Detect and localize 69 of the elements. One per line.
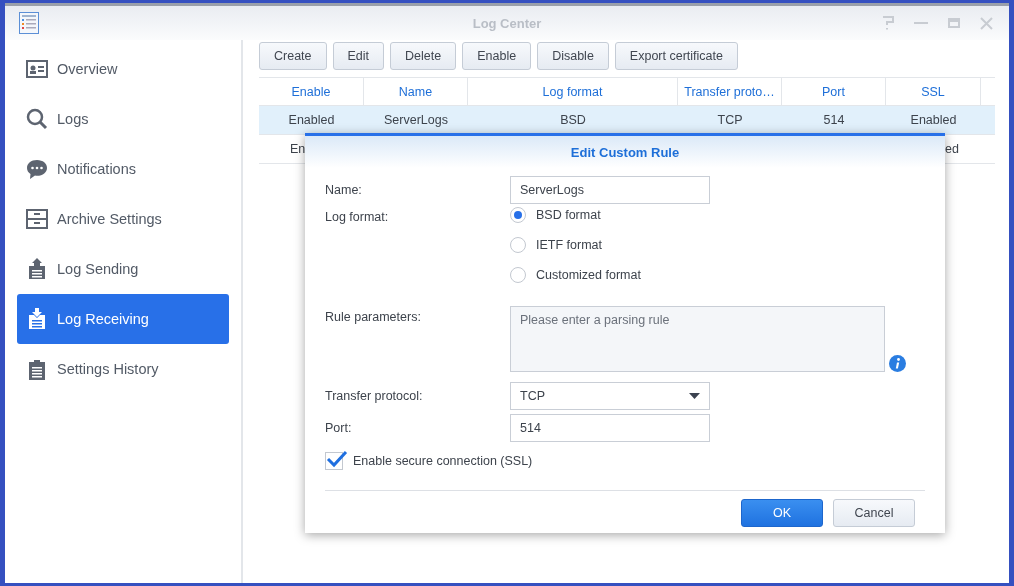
toolbar-button[interactable]: Edit — [332, 42, 385, 70]
protocol-dropdown[interactable]: TCP — [510, 382, 710, 410]
column-header[interactable]: Enable — [259, 78, 364, 105]
search-icon — [26, 108, 48, 130]
field-label: Transfer protocol: — [325, 389, 424, 403]
sidebar-item[interactable]: Overview — [17, 44, 229, 94]
chat-bubble-icon — [26, 158, 48, 180]
sidebar-item-label: Overview — [57, 61, 118, 77]
id-card-icon — [26, 58, 48, 80]
radio-label: IETF format — [536, 238, 602, 252]
window-title: Log Center — [472, 15, 542, 31]
column-header[interactable]: Transfer proto… — [678, 78, 782, 105]
table-cell: ed — [945, 142, 959, 156]
table-cell: Enabled — [288, 113, 335, 127]
radio-button[interactable] — [510, 237, 526, 253]
ok-button[interactable]: OK — [741, 499, 823, 527]
field-label: Name: — [325, 183, 363, 197]
radio-label: Customized format — [536, 268, 641, 282]
close-icon[interactable] — [980, 16, 993, 30]
sidebar-item-label: Archive Settings — [57, 211, 162, 227]
sidebar-item[interactable]: Notifications — [17, 144, 229, 194]
radio-button[interactable] — [510, 207, 526, 223]
field-label: Log format: — [325, 210, 390, 224]
table-cell: En — [290, 142, 306, 156]
column-header[interactable]: Name — [364, 78, 468, 105]
radio-label: BSD format — [536, 208, 601, 222]
caret-icon — [689, 393, 700, 399]
maximize-icon[interactable] — [948, 18, 960, 28]
drawer-icon — [26, 208, 48, 230]
toolbar-button[interactable]: Delete — [390, 42, 457, 70]
table-cell: Enabled — [910, 113, 957, 127]
radio-button[interactable] — [510, 267, 526, 283]
table-cell: 514 — [823, 113, 845, 127]
column-header[interactable]: SSL — [886, 78, 981, 105]
cancel-button[interactable]: Cancel — [833, 499, 915, 527]
table-row[interactable]: Enabled ServerLogs BSD TCP 514 Enabled — [259, 106, 995, 135]
checkbox-label: Enable secure connection (SSL) — [353, 454, 533, 468]
download-clipboard-icon — [26, 308, 48, 330]
clipboard-icon — [26, 358, 48, 380]
port-field[interactable]: 514 — [510, 414, 710, 442]
sidebar-item[interactable]: Log Sending — [17, 244, 229, 294]
sidebar-item[interactable]: Archive Settings — [17, 194, 229, 244]
upload-clipboard-icon — [26, 258, 48, 280]
toolbar-button[interactable]: Export certificate — [614, 42, 738, 70]
field-label: Port: — [325, 421, 353, 435]
field-label: Rule parameters: — [325, 310, 422, 324]
info-icon[interactable] — [889, 355, 906, 372]
sidebar-item-label: Notifications — [57, 161, 136, 177]
table-cell: BSD — [560, 113, 586, 127]
help-icon[interactable] — [882, 16, 894, 30]
app-icon — [19, 12, 39, 34]
sidebar-item-label: Settings History — [57, 361, 159, 377]
dialog-title: Edit Custom Rule — [570, 144, 680, 160]
sidebar-item-label: Log Sending — [57, 261, 139, 277]
sidebar-item-label: Log Receiving — [57, 311, 149, 327]
rule-field[interactable]: Please enter a parsing rule — [510, 306, 885, 372]
minimize-icon[interactable] — [914, 22, 928, 24]
column-header[interactable]: Port — [782, 78, 886, 105]
name-field[interactable]: ServerLogs — [510, 176, 710, 204]
table-cell: ServerLogs — [384, 113, 448, 127]
sidebar-item-label: Logs — [57, 111, 89, 127]
column-header[interactable]: Log format — [468, 78, 678, 105]
sidebar-item[interactable]: Log Receiving — [17, 294, 229, 344]
toolbar-button[interactable]: Create — [259, 42, 327, 70]
toolbar-button[interactable]: Disable — [537, 42, 609, 70]
table-cell: TCP — [717, 113, 743, 127]
toolbar-button[interactable]: Enable — [462, 42, 532, 70]
sidebar-item[interactable]: Logs — [17, 94, 229, 144]
sidebar-item[interactable]: Settings History — [17, 344, 229, 394]
